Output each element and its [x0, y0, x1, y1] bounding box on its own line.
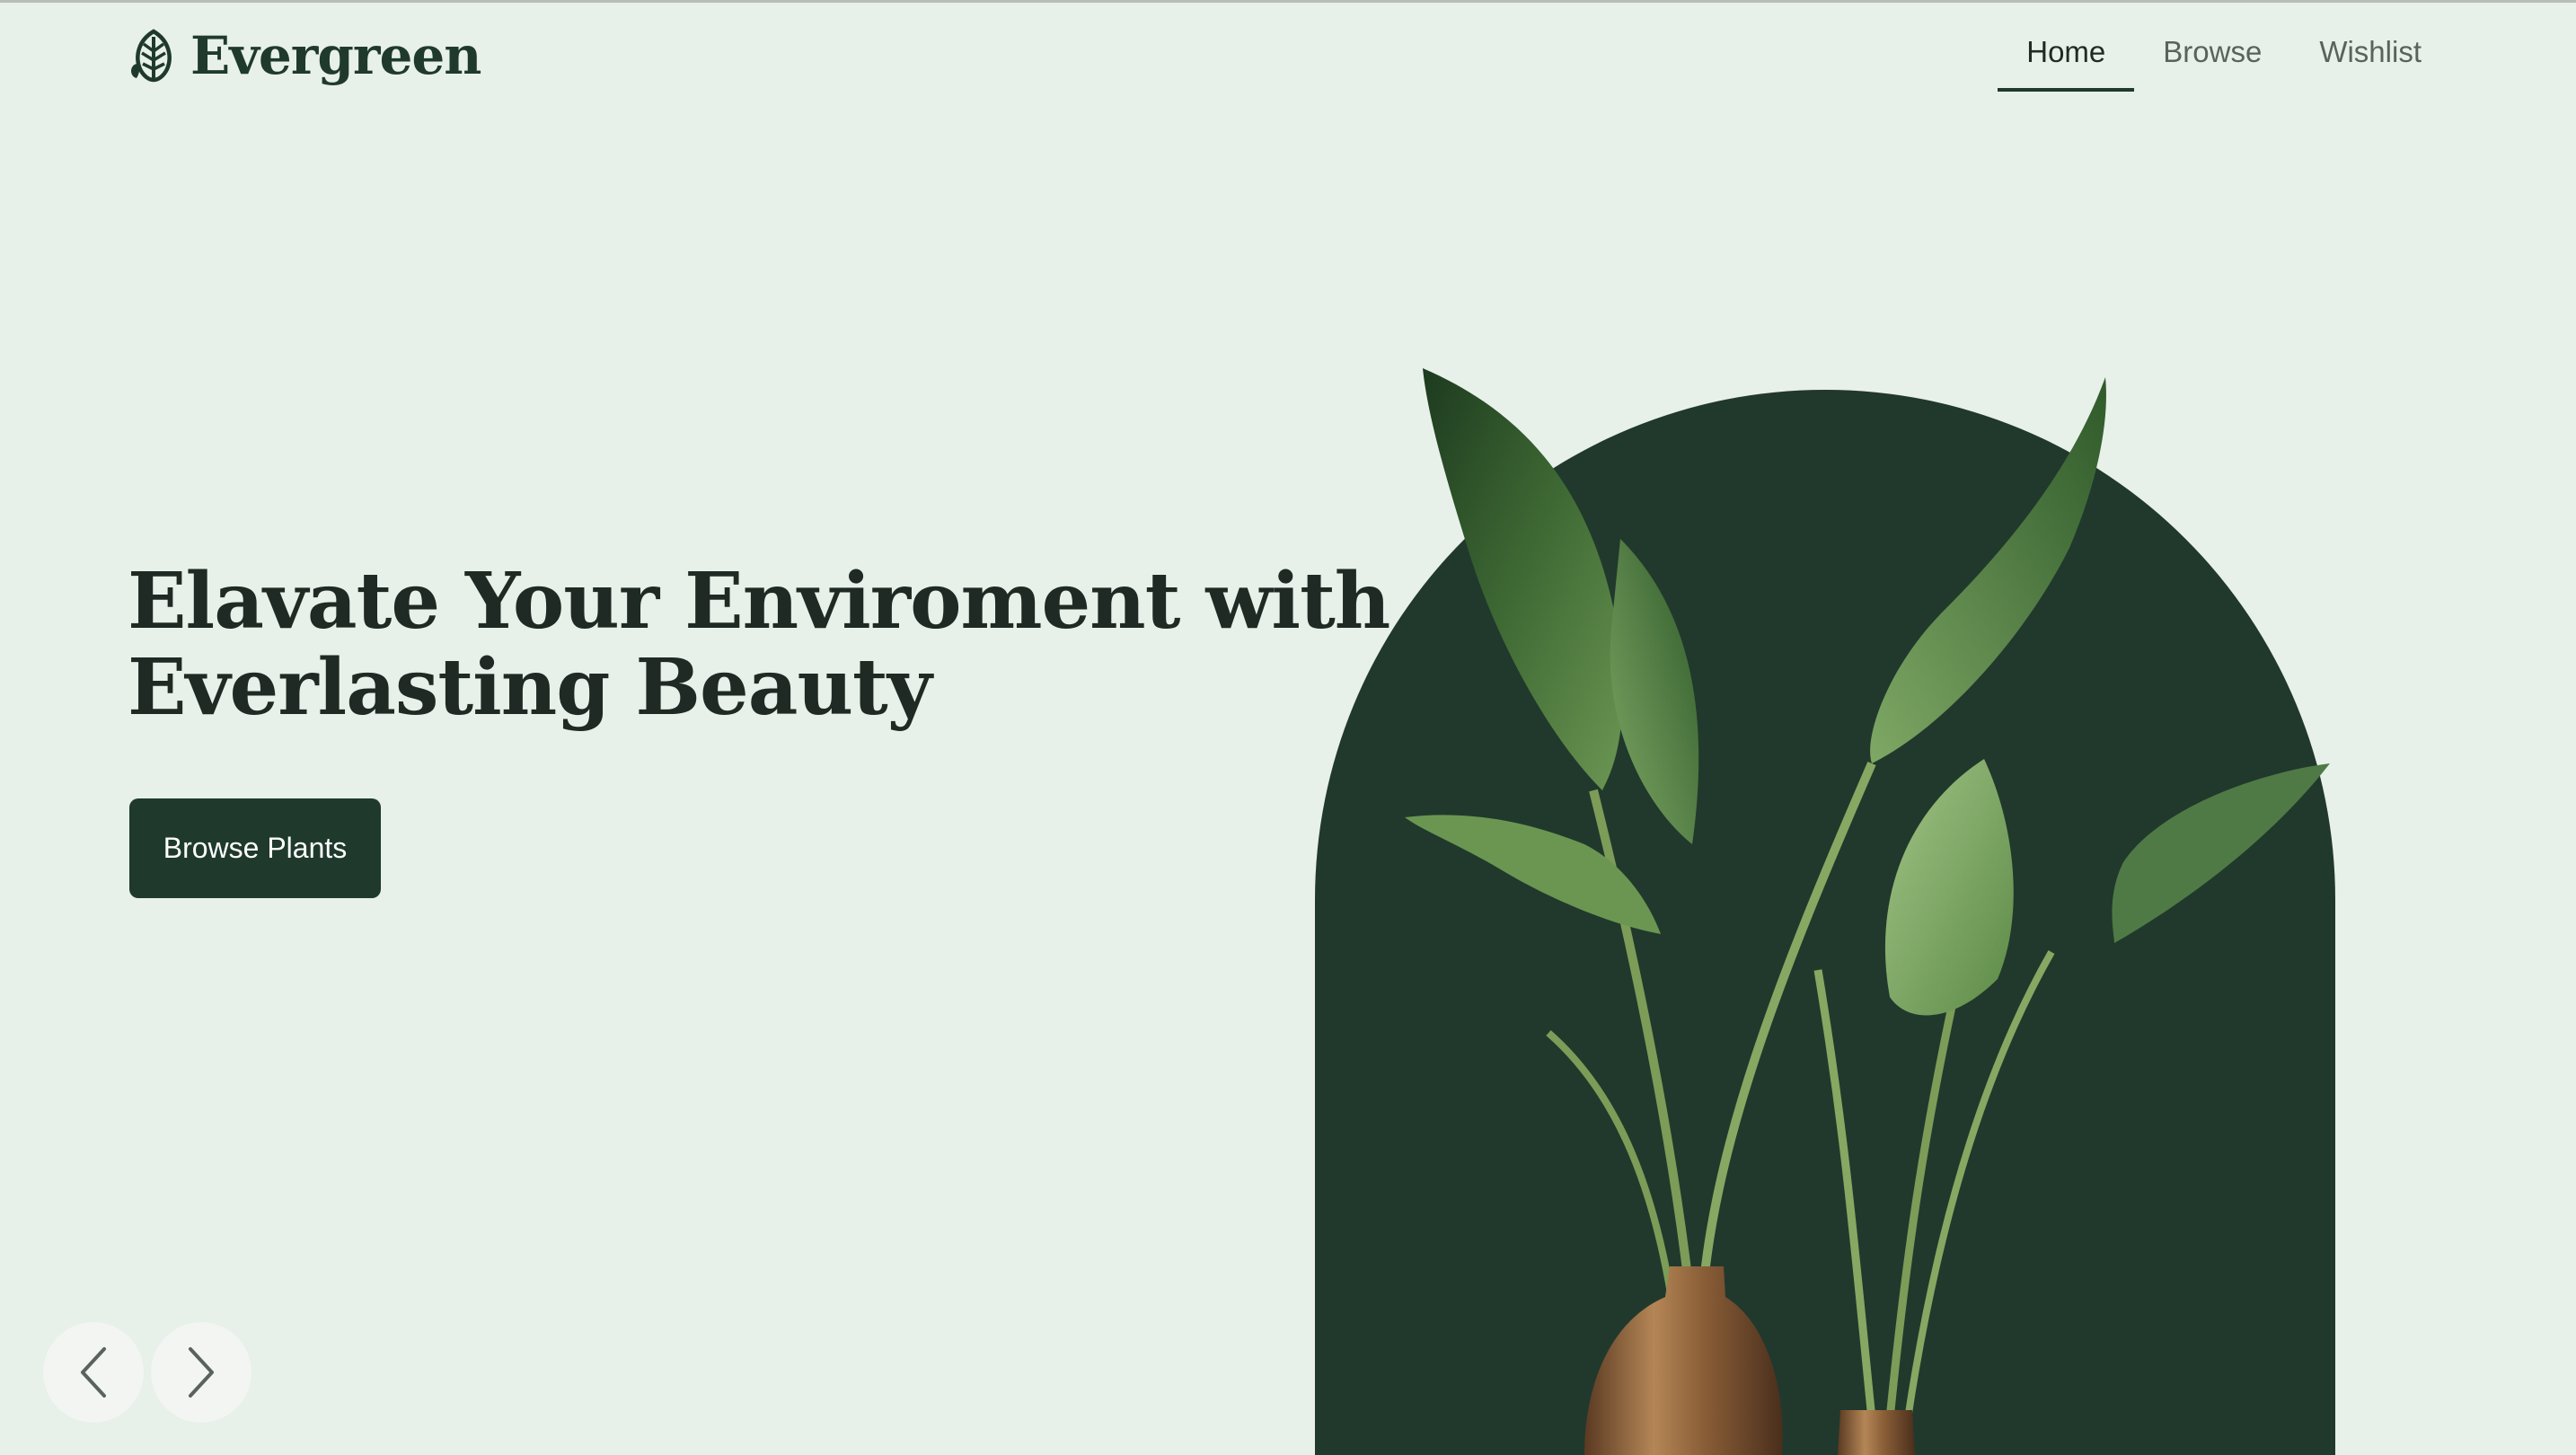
chevron-left-icon	[81, 1347, 106, 1398]
carousel-prev-button[interactable]	[43, 1322, 144, 1423]
window-top-border	[0, 0, 2576, 3]
hero-headline-line-2: Everlasting Beauty	[128, 642, 932, 733]
browse-plants-button[interactable]: Browse Plants	[129, 798, 381, 898]
nav-browse[interactable]: Browse	[2134, 25, 2290, 92]
brand-name: Evergreen	[190, 25, 481, 86]
nav-wishlist[interactable]: Wishlist	[2290, 25, 2450, 92]
hero-headline: Elavate Your Enviroment with Everlasting…	[128, 556, 1390, 733]
chevron-right-icon	[189, 1347, 214, 1398]
potted-plant-image	[1405, 368, 2330, 1455]
nav-home[interactable]: Home	[1998, 25, 2135, 92]
leaf-icon	[131, 29, 172, 83]
main-nav: Home Browse Wishlist	[1998, 25, 2450, 92]
carousel-next-button[interactable]	[151, 1322, 251, 1423]
brand-logo[interactable]: Evergreen	[128, 23, 481, 88]
hero-headline-line-1: Elavate Your Enviroment with	[128, 556, 1390, 647]
